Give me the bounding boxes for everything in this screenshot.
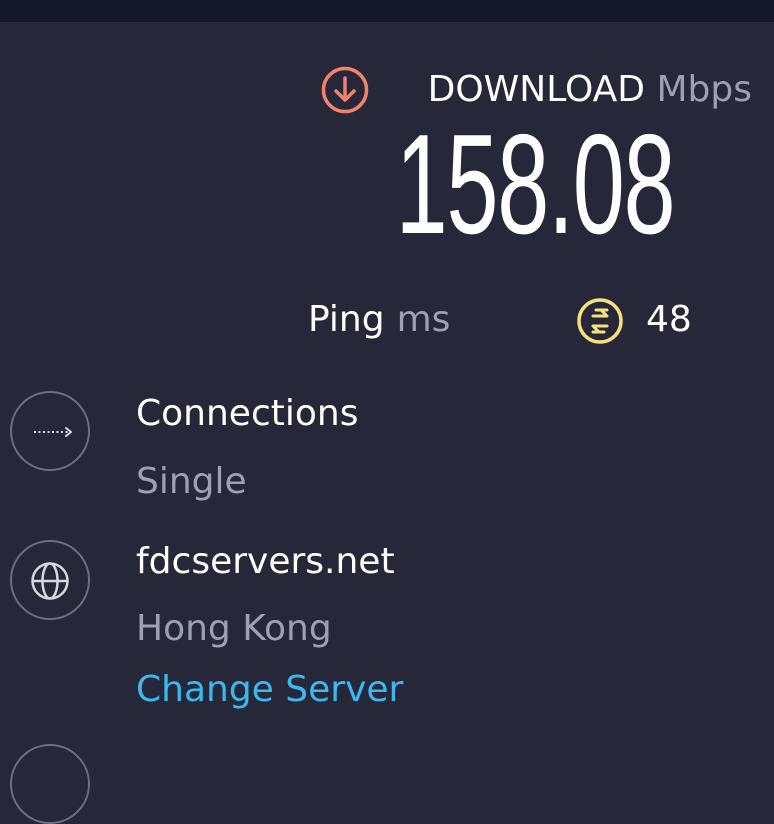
download-arrow-icon <box>320 65 370 115</box>
ping-label: Ping <box>308 299 385 340</box>
download-label: DOWNLOAD <box>427 69 646 110</box>
server-location: Hong Kong <box>136 608 332 649</box>
ping-header: Ping ms <box>308 298 450 342</box>
dotted-arrow-icon <box>34 427 72 437</box>
ping-unit: ms <box>396 299 451 340</box>
connections-title: Connections <box>136 393 359 434</box>
connections-button[interactable] <box>10 391 90 471</box>
server-button[interactable] <box>10 540 90 620</box>
globe-icon <box>31 562 69 600</box>
next-row-button[interactable] <box>10 744 90 824</box>
ping-arrows-icon <box>576 297 624 345</box>
status-bar <box>0 0 774 22</box>
server-name: fdcservers.net <box>136 541 395 582</box>
ping-value: 48 <box>646 299 692 340</box>
download-speed-value: 158.08 <box>395 105 675 264</box>
download-unit: Mbps <box>656 69 752 110</box>
connections-value[interactable]: Single <box>136 460 247 504</box>
change-server-link[interactable]: Change Server <box>136 668 403 712</box>
